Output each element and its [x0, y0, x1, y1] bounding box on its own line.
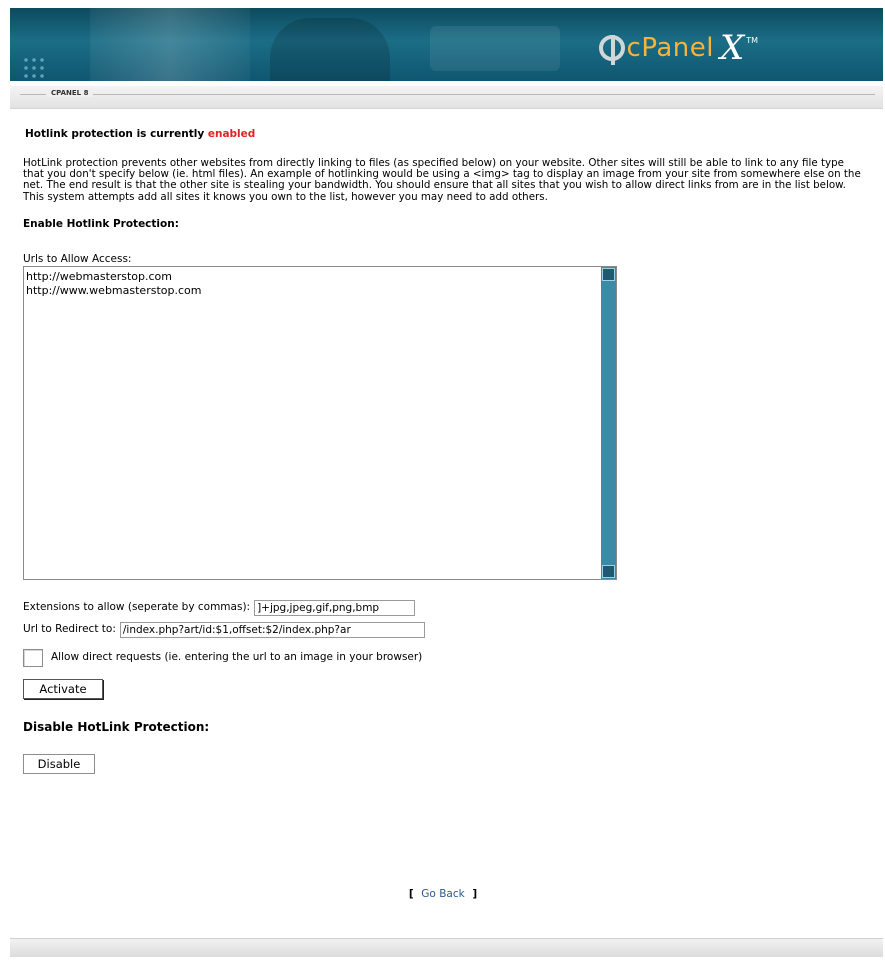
- header-texture: [270, 18, 390, 81]
- go-back-nav: [ Go Back ]: [3, 888, 883, 900]
- disable-button[interactable]: Disable: [23, 753, 95, 774]
- go-back-link[interactable]: Go Back: [421, 888, 464, 900]
- cpanel-header-banner: cPanel X TM: [10, 8, 883, 81]
- protection-status: Hotlink protection is currently enabled: [25, 128, 868, 141]
- section-label: CPANEL 8: [46, 89, 94, 97]
- main-content: Hotlink protection is currently enabled …: [23, 128, 868, 774]
- extensions-input[interactable]: [254, 599, 416, 616]
- activate-button[interactable]: Activate: [23, 678, 103, 699]
- bracket-open: [: [408, 888, 414, 900]
- page-frame: cPanel X TM CPANEL 8 Hotlink protection …: [3, 0, 883, 964]
- allow-direct-requests-checkbox[interactable]: [23, 648, 43, 667]
- allowed-urls-textarea[interactable]: http://webmasterstop.com http://www.webm…: [24, 266, 602, 579]
- status-state: enabled: [207, 128, 256, 140]
- direct-requests-row: Allow direct requests (ie. entering the …: [23, 648, 868, 667]
- allowed-urls-box: http://webmasterstop.com http://www.webm…: [23, 265, 617, 580]
- section-label-bar: CPANEL 8: [10, 86, 883, 109]
- cpanel-logo: cPanel X TM: [598, 28, 758, 68]
- cpanel-logo-icon: [598, 35, 625, 65]
- header-dots-decoration: [22, 56, 46, 78]
- description-text: HotLink protection prevents other websit…: [23, 157, 861, 203]
- urls-label: Urls to Allow Access:: [23, 252, 132, 265]
- logo-text: cPanel: [626, 33, 714, 63]
- extensions-label: Extensions to allow (seperate by commas)…: [23, 601, 251, 614]
- header-texture: [430, 26, 560, 71]
- section-divider: [20, 94, 875, 95]
- scroll-down-icon[interactable]: [602, 564, 615, 578]
- status-prefix: Hotlink protection is currently: [25, 128, 208, 140]
- redirect-label: Url to Redirect to:: [23, 623, 116, 636]
- disable-section-title: Disable HotLink Protection:: [23, 719, 210, 734]
- direct-requests-label: Allow direct requests (ie. entering the …: [51, 651, 423, 664]
- enable-section-title: Enable Hotlink Protection:: [23, 217, 179, 230]
- redirect-row: Url to Redirect to:: [23, 621, 868, 638]
- logo-x: X: [719, 28, 745, 68]
- extensions-row: Extensions to allow (seperate by commas)…: [23, 599, 868, 616]
- redirect-url-input[interactable]: [119, 621, 425, 638]
- header-texture: [90, 8, 250, 81]
- bracket-close: ]: [472, 888, 478, 900]
- logo-trademark: TM: [746, 35, 758, 45]
- footer-bar: [10, 938, 883, 957]
- urls-scrollbar[interactable]: [601, 266, 616, 579]
- scroll-up-icon[interactable]: [602, 267, 615, 281]
